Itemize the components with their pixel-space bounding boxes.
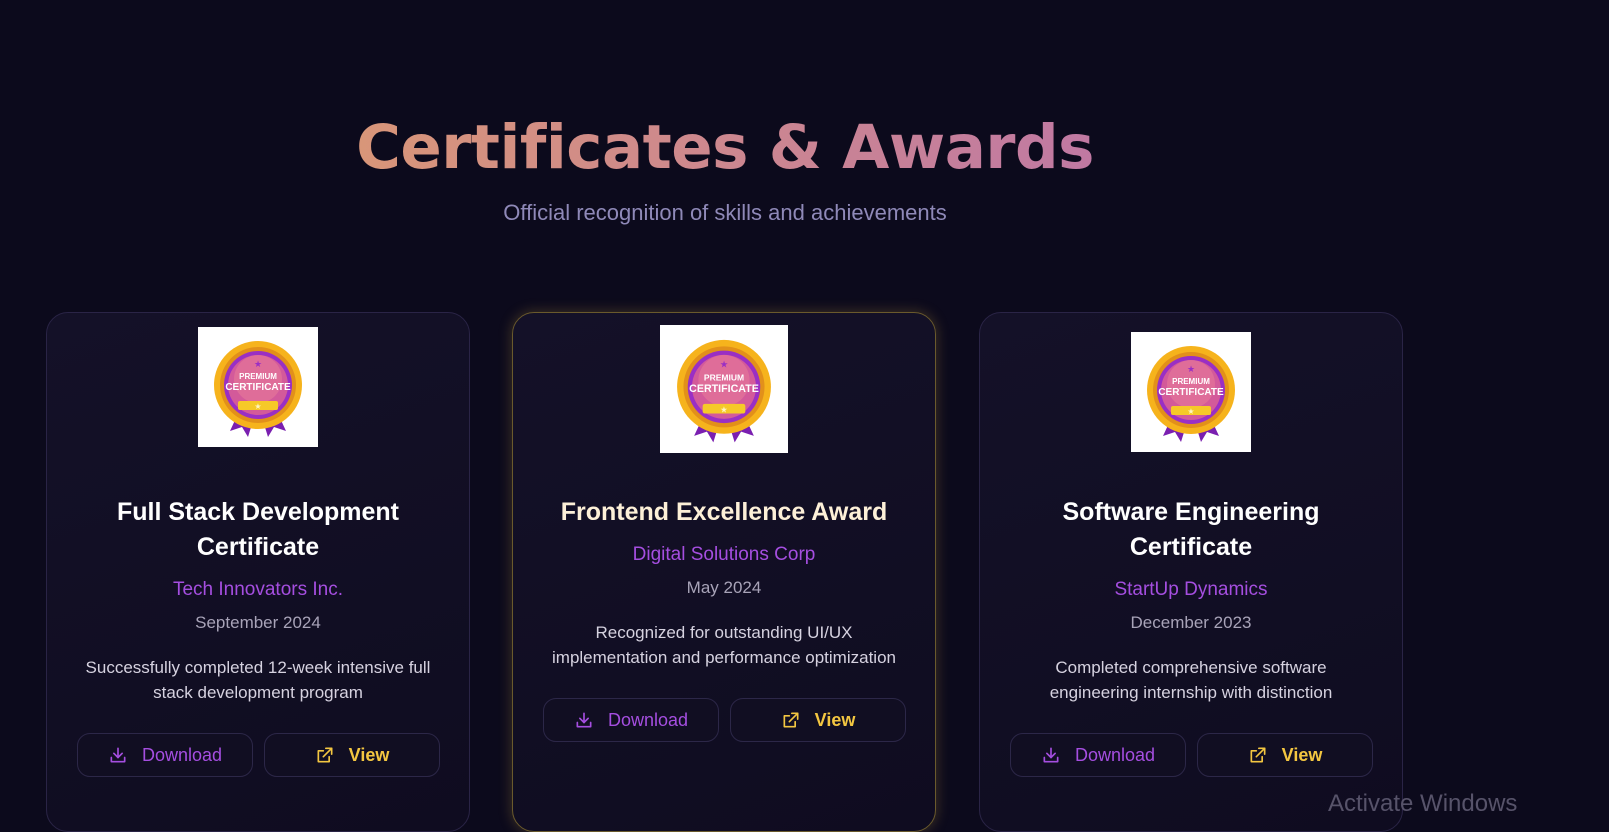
certificate-title: Software Engineering Certificate [1062, 498, 1320, 561]
certificate-issuer: Digital Solutions Corp [632, 544, 816, 565]
certificate-card-featured: ★ PREMIUM CERTIFICATE ★ Frontend Excelle… [512, 312, 936, 832]
download-icon [1043, 747, 1059, 763]
certificate-description: Recognized for outstanding UI/UX impleme… [552, 623, 896, 667]
certificate-badge-image: ★ PREMIUM CERTIFICATE ★ [1131, 332, 1251, 452]
certificate-badge-icon: ★ PREMIUM CERTIFICATE ★ [198, 327, 318, 447]
certificate-card: ★ PREMIUM CERTIFICATE ★ Full Stack Devel… [46, 312, 470, 832]
view-label: View [348, 744, 390, 765]
download-button[interactable]: Download [543, 698, 719, 742]
certificate-date: May 2024 [686, 578, 762, 597]
svg-text:CERTIFICATE: CERTIFICATE [1158, 387, 1224, 398]
svg-text:CERTIFICATE: CERTIFICATE [225, 382, 291, 393]
page-title: Certificates & Awards [0, 112, 1450, 183]
download-label: Download [607, 709, 689, 730]
certificate-date: September 2024 [195, 613, 321, 632]
svg-text:★: ★ [254, 402, 261, 411]
certificate-title: Frontend Excellence Award [560, 498, 888, 526]
download-label: Download [1074, 744, 1156, 765]
view-label: View [814, 709, 856, 730]
view-label: View [1281, 744, 1323, 765]
certificate-description: Successfully completed 12-week intensive… [85, 658, 431, 702]
external-link-icon [317, 747, 333, 763]
page-subtitle: Official recognition of skills and achie… [503, 200, 947, 225]
external-link-icon [783, 712, 799, 728]
certificate-badge-image: ★ PREMIUM CERTIFICATE ★ [660, 325, 788, 453]
svg-text:★: ★ [720, 405, 728, 415]
svg-text:PREMIUM: PREMIUM [704, 372, 744, 382]
certificate-issuer: StartUp Dynamics [1114, 579, 1268, 600]
certificate-description: Completed comprehensive software enginee… [1049, 658, 1333, 702]
certificate-badge-icon: ★ PREMIUM CERTIFICATE ★ [1131, 332, 1251, 452]
download-label: Download [141, 744, 223, 765]
os-activation-watermark: Activate Windows [1328, 790, 1518, 817]
view-button[interactable]: View [730, 698, 906, 742]
certificate-badge-image: ★ PREMIUM CERTIFICATE ★ [198, 327, 318, 447]
certificate-issuer: Tech Innovators Inc. [172, 579, 344, 600]
certificate-title: Full Stack Development Certificate [116, 498, 400, 561]
svg-text:PREMIUM: PREMIUM [1172, 377, 1210, 386]
svg-text:PREMIUM: PREMIUM [239, 372, 277, 381]
download-button[interactable]: Download [77, 733, 253, 777]
view-button[interactable]: View [1197, 733, 1373, 777]
svg-text:★: ★ [1187, 407, 1194, 416]
download-icon [110, 747, 126, 763]
download-icon [576, 712, 592, 728]
external-link-icon [1250, 747, 1266, 763]
certificate-badge-icon: ★ PREMIUM CERTIFICATE ★ [660, 325, 788, 453]
svg-text:CERTIFICATE: CERTIFICATE [689, 383, 759, 395]
svg-text:★: ★ [254, 360, 262, 370]
view-button[interactable]: View [264, 733, 440, 777]
svg-text:★: ★ [1187, 365, 1195, 375]
certificate-date: December 2023 [1130, 613, 1252, 632]
svg-text:★: ★ [720, 360, 729, 371]
download-button[interactable]: Download [1010, 733, 1186, 777]
certificate-card: ★ PREMIUM CERTIFICATE ★ Software Enginee… [979, 312, 1403, 832]
